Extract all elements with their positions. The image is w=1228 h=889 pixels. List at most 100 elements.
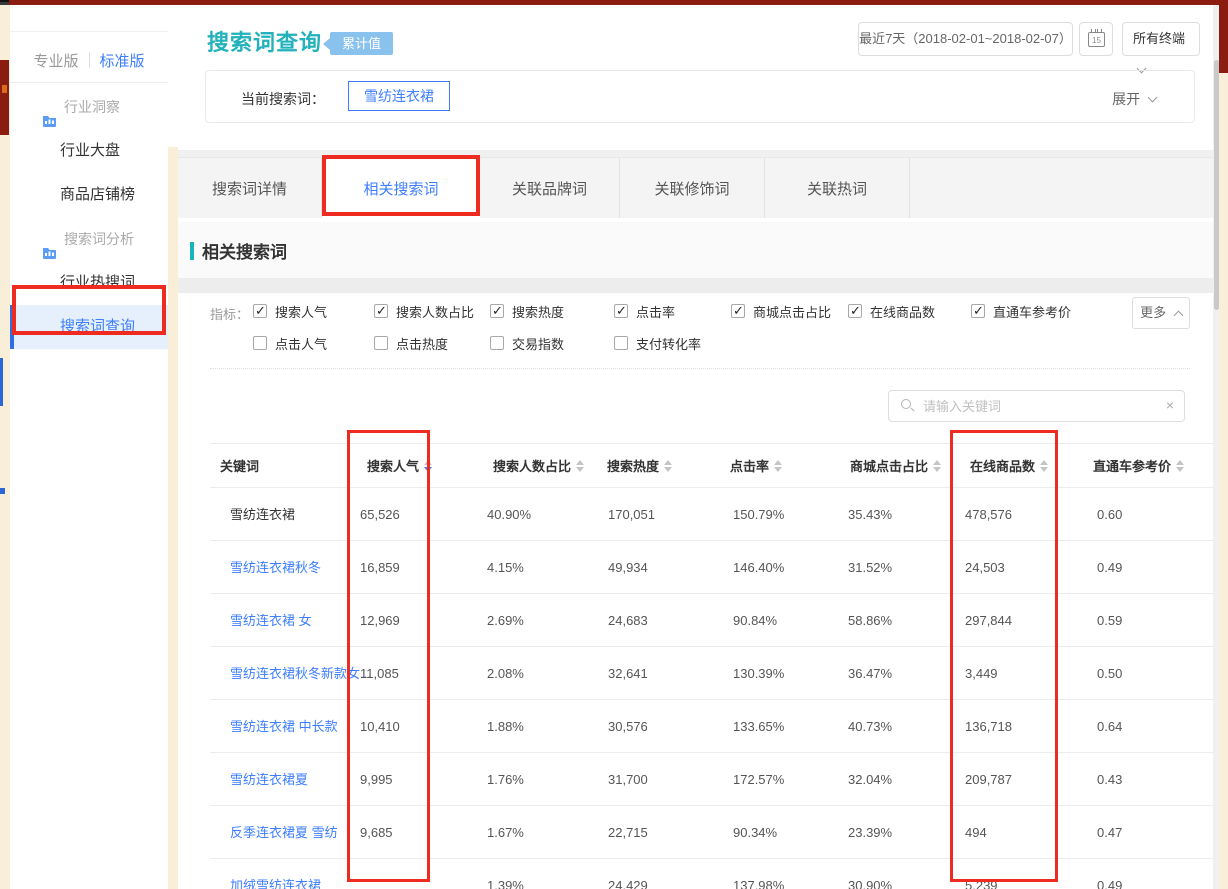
- keyword-link[interactable]: 雪纺连衣裙 女: [230, 594, 312, 647]
- clear-search-icon[interactable]: ×: [1166, 397, 1174, 413]
- table-body: 雪纺连衣裙65,52640.90%170,051150.79%35.43%478…: [210, 488, 1213, 889]
- table-row: 雪纺连衣裙秋冬新款女...11,0852.08%32,641130.39%36.…: [210, 647, 1213, 700]
- tab-2[interactable]: 关联品牌词: [480, 158, 620, 218]
- cell-value: 22,715: [608, 806, 648, 859]
- cell-value: 4.15%: [487, 541, 524, 594]
- metric-checkbox-点击人气[interactable]: 点击人气: [253, 333, 327, 353]
- checkbox-icon[interactable]: [374, 336, 388, 350]
- metric-checkbox-在线商品数[interactable]: 在线商品数: [848, 301, 935, 321]
- checkbox-checked-icon[interactable]: [253, 304, 267, 318]
- checkbox-checked-icon[interactable]: [848, 304, 862, 318]
- tab-4[interactable]: 关联热词: [765, 158, 910, 218]
- tab-professional-version[interactable]: 专业版: [23, 50, 88, 71]
- checkbox-checked-icon[interactable]: [614, 304, 628, 318]
- cell-value: 32,641: [608, 647, 648, 700]
- column-header-3[interactable]: 搜索热度: [607, 444, 672, 489]
- sort-up-arrow: [933, 460, 941, 465]
- checkbox-checked-icon[interactable]: [731, 304, 745, 318]
- background-window-red-block: [0, 60, 9, 135]
- related-search-table: 关键词搜索人气搜索人数占比搜索热度点击率商城点击占比在线商品数直通车参考价 雪纺…: [210, 443, 1213, 889]
- tab-3[interactable]: 关联修饰词: [620, 158, 765, 218]
- metric-label: 搜索热度: [512, 302, 564, 321]
- keyword-link[interactable]: 反季连衣裙夏 雪纺: [230, 806, 338, 859]
- column-header-5[interactable]: 商城点击占比: [850, 444, 941, 489]
- keyword-link[interactable]: 雪纺连衣裙秋冬: [230, 541, 321, 594]
- checkbox-checked-icon[interactable]: [971, 304, 985, 318]
- column-header-1[interactable]: 搜索人气: [367, 444, 432, 489]
- checkbox-checked-icon[interactable]: [490, 304, 504, 318]
- tab-label: 关联品牌词: [512, 178, 587, 199]
- terminal-select[interactable]: 所有终端: [1122, 22, 1200, 56]
- cell-value: 24,683: [608, 594, 648, 647]
- version-tabs: 专业版 标准版: [10, 45, 168, 75]
- page-scrollbar-thumb[interactable]: [1214, 60, 1219, 310]
- cell-value: 1.76%: [487, 753, 524, 806]
- background-window-red-block-right: [1219, 5, 1228, 73]
- sort-icon[interactable]: [576, 460, 584, 472]
- checkbox-icon[interactable]: [614, 336, 628, 350]
- checkbox-checked-icon[interactable]: [374, 304, 388, 318]
- cell-value: 1.88%: [487, 700, 524, 753]
- metric-label: 直通车参考价: [993, 302, 1071, 321]
- sidebar-item-4[interactable]: 行业热搜词: [10, 261, 168, 305]
- column-header-4[interactable]: 点击率: [730, 444, 782, 489]
- cell-value: 0.43: [1097, 753, 1122, 806]
- metric-checkbox-支付转化率[interactable]: 支付转化率: [614, 333, 701, 353]
- keyword-link[interactable]: 加绒雪纺连衣裙: [230, 859, 321, 889]
- cell-value: 40.90%: [487, 488, 531, 541]
- current-search-word-panel: 当前搜索词： 雪纺连衣裙 展开: [205, 70, 1195, 123]
- sidebar-item-0: 行业洞察: [10, 85, 168, 129]
- cell-value: 297,844: [965, 594, 1012, 647]
- tab-1[interactable]: 相关搜索词: [322, 158, 480, 218]
- cell-value: 0.50: [1097, 647, 1122, 700]
- column-header-7[interactable]: 直通车参考价: [1093, 444, 1184, 489]
- keyword-search-input[interactable]: [923, 392, 1153, 420]
- calendar-button[interactable]: 15: [1079, 22, 1113, 56]
- sidebar-item-label: 搜索词分析: [64, 217, 134, 261]
- metric-checkbox-搜索热度[interactable]: 搜索热度: [490, 301, 564, 321]
- metric-label: 交易指数: [512, 334, 564, 353]
- sort-icon[interactable]: [1176, 460, 1184, 472]
- expand-link[interactable]: 展开: [1112, 89, 1156, 109]
- date-range-selector[interactable]: 最近7天（2018-02-01~2018-02-07）: [858, 22, 1073, 56]
- tab-standard-version[interactable]: 标准版: [90, 50, 155, 71]
- sort-icon[interactable]: [933, 460, 941, 472]
- table-header-row: 关键词搜索人气搜索人数占比搜索热度点击率商城点击占比在线商品数直通车参考价: [210, 443, 1213, 488]
- metric-checkbox-点击热度[interactable]: 点击热度: [374, 333, 448, 353]
- metric-checkbox-搜索人气[interactable]: 搜索人气: [253, 301, 327, 321]
- cell-value: 1.67%: [487, 806, 524, 859]
- sort-icon[interactable]: [664, 460, 672, 472]
- metric-checkbox-点击率[interactable]: 点击率: [614, 301, 675, 321]
- column-header-label: 搜索热度: [607, 459, 659, 474]
- content-card: 指标： 搜索人气搜索人数占比搜索热度点击率商城点击占比在线商品数直通车参考价 点…: [178, 293, 1213, 889]
- sidebar-item-3: 搜索词分析: [10, 217, 168, 261]
- keyword-link[interactable]: 雪纺连衣裙秋冬新款女...: [230, 647, 371, 700]
- sort-up-arrow: [1040, 460, 1048, 465]
- keyword-link[interactable]: 雪纺连衣裙夏: [230, 753, 308, 806]
- metric-checkbox-搜索人数占比[interactable]: 搜索人数占比: [374, 301, 474, 321]
- cell-value: 31.52%: [848, 541, 892, 594]
- cell-value: 90.84%: [733, 594, 777, 647]
- section-heading-band: 相关搜索词: [178, 218, 1213, 278]
- cumulative-value-badge: 累计值: [330, 32, 393, 55]
- sidebar-item-1[interactable]: 行业大盘: [10, 129, 168, 173]
- sort-icon[interactable]: [1040, 460, 1048, 472]
- sidebar-item-5[interactable]: 搜索词查询: [10, 305, 168, 349]
- background-window-logo-dot: [2, 85, 7, 93]
- checkbox-icon[interactable]: [253, 336, 267, 350]
- sort-icon[interactable]: [774, 460, 782, 472]
- checkbox-icon[interactable]: [490, 336, 504, 350]
- column-header-6[interactable]: 在线商品数: [970, 444, 1048, 489]
- tab-0[interactable]: 搜索词详情: [178, 158, 322, 218]
- sort-icon[interactable]: [424, 460, 432, 472]
- column-header-2[interactable]: 搜索人数占比: [493, 444, 584, 489]
- metric-checkbox-直通车参考价[interactable]: 直通车参考价: [971, 301, 1071, 321]
- metric-label: 在线商品数: [870, 302, 935, 321]
- background-blue-sliver-small: [0, 488, 5, 494]
- metric-checkbox-交易指数[interactable]: 交易指数: [490, 333, 564, 353]
- keyword-link[interactable]: 雪纺连衣裙 中长款: [230, 700, 338, 753]
- more-metrics-button[interactable]: 更多: [1132, 297, 1190, 329]
- metric-checkbox-商城点击占比[interactable]: 商城点击占比: [731, 301, 831, 321]
- sidebar-item-2[interactable]: 商品店铺榜: [10, 173, 168, 217]
- current-word-chip[interactable]: 雪纺连衣裙: [348, 81, 450, 111]
